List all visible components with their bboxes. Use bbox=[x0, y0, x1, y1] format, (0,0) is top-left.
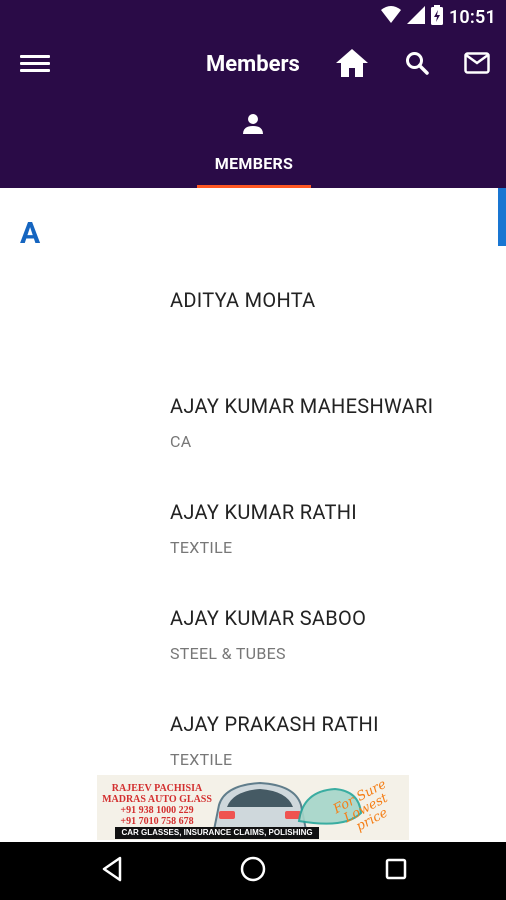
home-nav-button[interactable] bbox=[238, 856, 268, 886]
wifi-icon bbox=[380, 6, 401, 28]
signal-icon bbox=[406, 6, 425, 28]
tab-bar: MEMBERS bbox=[0, 98, 506, 188]
ad-line: +91 7010 758 678 bbox=[120, 816, 194, 827]
list-item[interactable]: AJAY KUMAR MAHESHWARI CA bbox=[170, 394, 433, 451]
members-list: A ADITYA MOHTA AJAY KUMAR MAHESHWARI CA … bbox=[0, 188, 506, 843]
ad-line: RAJEEV PACHISIA bbox=[111, 783, 203, 794]
member-category: CA bbox=[170, 432, 192, 451]
status-icons: 10:51 bbox=[380, 5, 496, 29]
section-header: A bbox=[20, 216, 41, 251]
list-item[interactable]: ADITYA MOHTA bbox=[170, 288, 316, 312]
circle-icon bbox=[240, 856, 266, 886]
search-button[interactable] bbox=[399, 47, 435, 83]
battery-icon bbox=[430, 5, 443, 29]
home-button[interactable] bbox=[334, 47, 370, 83]
person-icon bbox=[241, 112, 265, 140]
ad-banner[interactable]: RAJEEV PACHISIA MADRAS AUTO GLASS +91 93… bbox=[97, 775, 409, 840]
home-icon bbox=[335, 48, 369, 82]
menu-icon-line bbox=[20, 62, 50, 65]
member-name: AJAY PRAKASH RATHI bbox=[170, 712, 379, 736]
search-icon bbox=[405, 51, 429, 79]
app-bar: Members bbox=[0, 33, 506, 98]
ad-line: +91 938 1000 229 bbox=[120, 805, 194, 816]
member-name: ADITYA MOHTA bbox=[170, 288, 316, 312]
member-name: AJAY KUMAR RATHI bbox=[170, 500, 358, 524]
square-icon bbox=[385, 858, 407, 884]
member-category: STEEL & TUBES bbox=[170, 644, 286, 663]
list-item[interactable]: AJAY KUMAR SABOO STEEL & TUBES bbox=[170, 606, 366, 663]
mail-button[interactable] bbox=[459, 47, 495, 83]
tab-label: MEMBERS bbox=[214, 154, 294, 173]
recents-button[interactable] bbox=[381, 856, 411, 886]
ad-line: MADRAS AUTO GLASS bbox=[102, 794, 212, 805]
list-item[interactable]: AJAY PRAKASH RATHI TEXTILE bbox=[170, 712, 379, 769]
ad-text-block: RAJEEV PACHISIA MADRAS AUTO GLASS +91 93… bbox=[101, 783, 213, 827]
member-category: TEXTILE bbox=[170, 538, 233, 557]
list-item[interactable]: AJAY KUMAR RATHI TEXTILE bbox=[170, 500, 357, 557]
menu-icon-line bbox=[20, 55, 50, 58]
member-name: AJAY KUMAR MAHESHWARI bbox=[170, 394, 434, 418]
mail-icon bbox=[464, 52, 490, 78]
back-button[interactable] bbox=[97, 856, 127, 886]
menu-icon-line bbox=[20, 69, 50, 72]
member-name: AJAY KUMAR SABOO bbox=[170, 606, 367, 630]
status-time: 10:51 bbox=[448, 6, 496, 28]
status-bar: 10:51 bbox=[0, 0, 506, 33]
page-title: Members bbox=[206, 52, 300, 77]
system-navigation-bar bbox=[0, 842, 506, 900]
menu-button[interactable] bbox=[20, 51, 50, 81]
member-category: TEXTILE bbox=[170, 750, 233, 769]
scrollbar-thumb[interactable] bbox=[498, 188, 506, 246]
ad-bottom-strip: CAR GLASSES, INSURANCE CLAIMS, POLISHING bbox=[115, 827, 319, 839]
tab-members[interactable]: MEMBERS bbox=[197, 98, 311, 188]
scrollbar-track[interactable] bbox=[498, 188, 506, 743]
back-icon bbox=[100, 856, 124, 886]
